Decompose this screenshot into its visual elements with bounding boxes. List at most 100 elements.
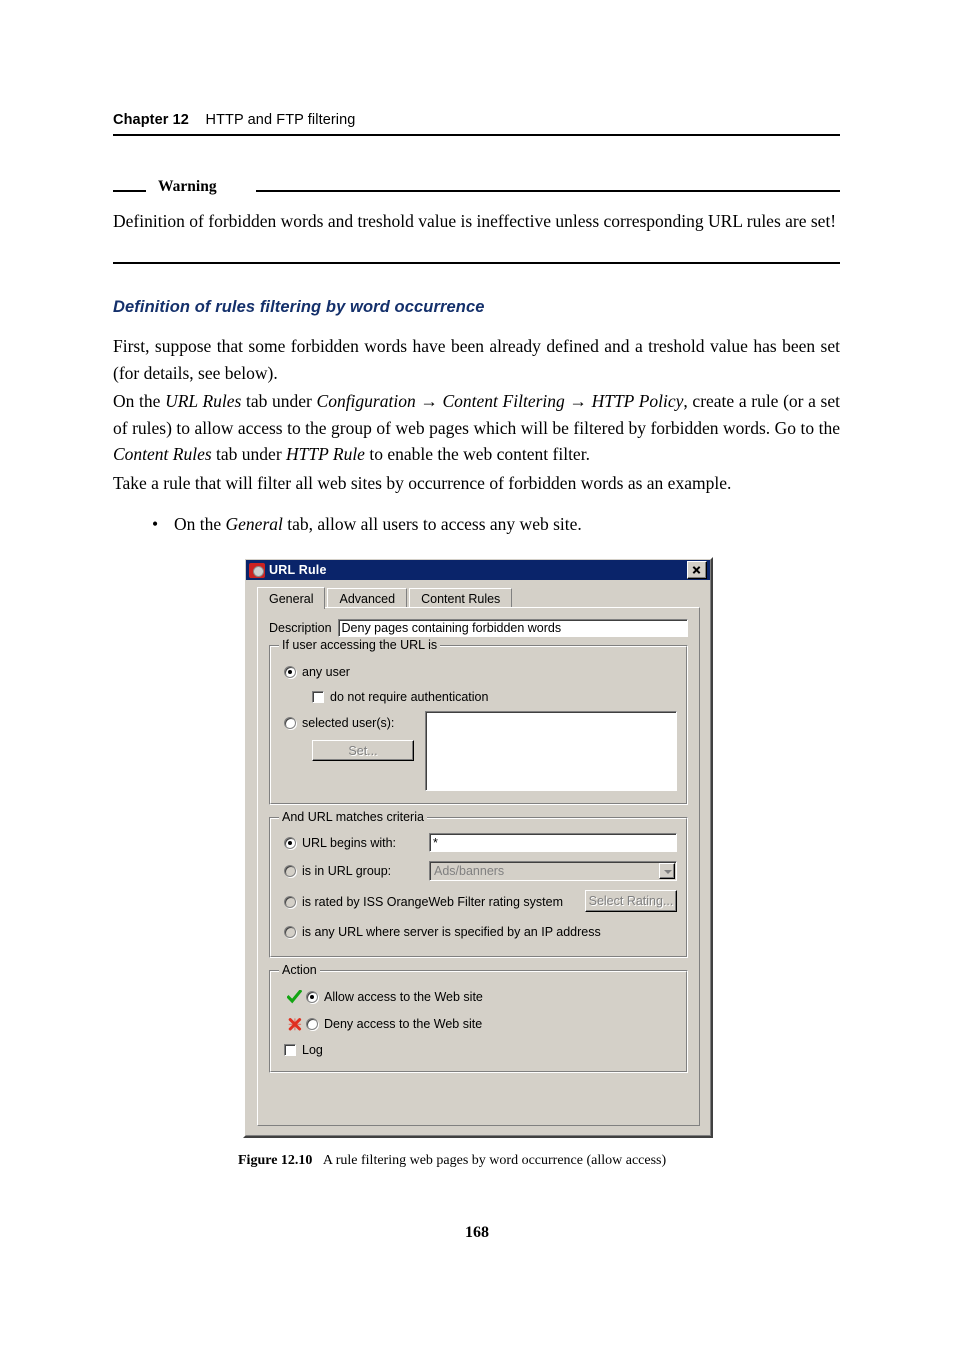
checkbox-no-auth[interactable]: do not require authentication bbox=[312, 690, 488, 704]
radio-allow-access-indicator bbox=[306, 991, 318, 1003]
description-input[interactable]: Deny pages containing forbidden words bbox=[337, 619, 688, 637]
radio-is-in-url-group-label: is in URL group: bbox=[302, 864, 392, 878]
tab-content-rules-label: Content Rules bbox=[421, 591, 501, 606]
description-row: Description Deny pages containing forbid… bbox=[269, 618, 688, 638]
p2-em-configuration: Configuration bbox=[316, 391, 416, 411]
radio-url-begins-with[interactable]: URL begins with: bbox=[284, 836, 396, 850]
radio-rated-by-iss-label: is rated by ISS OrangeWeb Filter rating … bbox=[302, 895, 563, 909]
radio-is-in-url-group[interactable]: is in URL group: bbox=[284, 864, 391, 878]
page-number: 168 bbox=[465, 1224, 489, 1241]
section-heading: Definition of rules filtering by word oc… bbox=[113, 298, 485, 316]
tab-advanced-label: Advanced bbox=[339, 591, 396, 606]
radio-selected-users-indicator bbox=[284, 717, 296, 729]
red-x-icon bbox=[288, 1017, 302, 1031]
tab-general[interactable]: General bbox=[257, 587, 326, 609]
close-icon[interactable] bbox=[687, 561, 707, 579]
radio-any-url-ip-indicator bbox=[284, 926, 296, 938]
url-rule-dialog: URL Rule General Advanced Content Rules … bbox=[243, 557, 713, 1138]
running-head: Chapter 12 HTTP and FTP filtering bbox=[113, 112, 840, 128]
warning-label: Warning bbox=[158, 178, 217, 195]
url-group-combobox[interactable]: Ads/banners bbox=[429, 861, 677, 881]
figure-caption: Figure 12.10 A rule filtering web pages … bbox=[238, 1152, 838, 1170]
radio-deny-access-indicator bbox=[306, 1018, 318, 1030]
bullet-list-item: • On the General tab, allow all users to … bbox=[152, 511, 842, 537]
radio-url-begins-with-label: URL begins with: bbox=[302, 836, 397, 850]
p2-em-url-rules: URL Rules bbox=[165, 391, 242, 411]
checkbox-no-auth-indicator bbox=[312, 691, 324, 703]
set-button[interactable]: Set... bbox=[312, 740, 414, 761]
running-head-rule bbox=[113, 134, 840, 136]
url-criteria-group-title: And URL matches criteria bbox=[279, 811, 427, 824]
warning-bottom-rule bbox=[113, 262, 840, 264]
p2-seg-d: tab under bbox=[211, 444, 287, 464]
warning-body: Definition of forbidden words and tresho… bbox=[113, 211, 837, 231]
radio-selected-users[interactable]: selected user(s): bbox=[284, 716, 394, 730]
radio-url-begins-with-indicator bbox=[284, 837, 296, 849]
radio-selected-users-label: selected user(s): bbox=[302, 716, 395, 730]
bullet-seg-a: On the bbox=[174, 514, 226, 534]
radio-any-user[interactable]: any user bbox=[284, 665, 350, 679]
user-criteria-group: If user accessing the URL is any user do… bbox=[269, 639, 688, 805]
paragraph-intro-text: First, suppose that some forbidden words… bbox=[113, 336, 840, 383]
radio-deny-access-label: Deny access to the Web site bbox=[324, 1017, 483, 1031]
warning-block: Warning Definition of forbidden words an… bbox=[113, 178, 840, 234]
radio-any-url-ip[interactable]: is any URL where server is specified by … bbox=[284, 925, 601, 939]
dialog-tabstrip: General Advanced Content Rules bbox=[257, 587, 700, 609]
radio-any-url-ip-label: is any URL where server is specified by … bbox=[302, 925, 601, 939]
checkbox-log-label: Log bbox=[302, 1043, 323, 1057]
running-head-chapter: Chapter 12 bbox=[113, 112, 189, 128]
p2-em-content-filtering: Content Filtering bbox=[442, 391, 565, 411]
green-check-icon bbox=[287, 990, 302, 1004]
url-begins-with-input[interactable]: * bbox=[429, 833, 677, 852]
p2-em-http-rule: HTTP Rule bbox=[286, 444, 365, 464]
checkbox-no-auth-label: do not require authentication bbox=[330, 690, 489, 704]
paragraph-example: Take a rule that will filter all web sit… bbox=[113, 470, 840, 497]
chevron-down-icon[interactable] bbox=[659, 863, 675, 879]
radio-deny-access[interactable]: Deny access to the Web site bbox=[288, 1017, 482, 1031]
tab-general-label: General bbox=[269, 591, 314, 606]
warning-header: Warning bbox=[113, 178, 840, 200]
paragraph-intro: First, suppose that some forbidden words… bbox=[113, 333, 840, 386]
checkbox-log[interactable]: Log bbox=[284, 1043, 323, 1057]
tab-advanced[interactable]: Advanced bbox=[327, 588, 408, 608]
p2-seg-b: tab under bbox=[241, 391, 317, 411]
selected-users-listbox[interactable] bbox=[425, 711, 677, 791]
running-head-title: HTTP and FTP filtering bbox=[205, 112, 356, 128]
user-criteria-group-title: If user accessing the URL is bbox=[279, 639, 441, 652]
warning-rule bbox=[256, 190, 840, 192]
radio-rated-by-iss[interactable]: is rated by ISS OrangeWeb Filter rating … bbox=[284, 895, 563, 909]
bullet-em-general: General bbox=[225, 514, 283, 534]
set-button-label: Set... bbox=[348, 743, 378, 758]
url-group-combobox-value: Ads/banners bbox=[434, 864, 505, 878]
paragraph-example-text: Take a rule that will filter all web sit… bbox=[113, 473, 732, 493]
checkbox-log-indicator bbox=[284, 1044, 296, 1056]
url-rule-icon bbox=[249, 562, 265, 578]
bullet-seg-b: tab, allow all users to access any web s… bbox=[282, 514, 582, 534]
url-criteria-group: And URL matches criteria URL begins with… bbox=[269, 811, 688, 958]
paragraph-url-rules: On the URL Rules tab under Configuration… bbox=[113, 388, 840, 468]
figure-caption-text: A rule filtering web pages by word occur… bbox=[322, 1153, 667, 1168]
select-rating-button-label: Select Rating... bbox=[588, 894, 674, 908]
document-page: Chapter 12 HTTP and FTP filtering Warnin… bbox=[0, 0, 954, 1350]
dialog-title: URL Rule bbox=[269, 563, 327, 577]
tab-content-rules[interactable]: Content Rules bbox=[409, 588, 513, 608]
radio-allow-access[interactable]: Allow access to the Web site bbox=[287, 990, 483, 1004]
radio-any-user-label: any user bbox=[302, 665, 350, 679]
radio-any-user-indicator bbox=[284, 666, 296, 678]
radio-rated-by-iss-indicator bbox=[284, 896, 296, 908]
p2-seg-e: to enable the web content filter. bbox=[364, 444, 590, 464]
p2-arrow-2: → bbox=[564, 391, 592, 411]
warning-dash bbox=[113, 190, 146, 192]
radio-is-in-url-group-indicator bbox=[284, 865, 296, 877]
radio-allow-access-label: Allow access to the Web site bbox=[324, 990, 483, 1004]
figure-number: Figure 12.10 bbox=[238, 1153, 313, 1168]
bullet-marker: • bbox=[152, 514, 159, 534]
p2-seg-a: On the bbox=[113, 391, 166, 411]
p2-em-http-policy: HTTP Policy bbox=[591, 391, 684, 411]
p2-arrow-1: → bbox=[415, 391, 443, 411]
action-group-title: Action bbox=[279, 964, 320, 977]
description-label: Description bbox=[269, 621, 332, 635]
p2-em-content-rules: Content Rules bbox=[113, 444, 212, 464]
tab-panel-general: Description Deny pages containing forbid… bbox=[257, 607, 700, 1126]
select-rating-button[interactable]: Select Rating... bbox=[585, 890, 677, 912]
